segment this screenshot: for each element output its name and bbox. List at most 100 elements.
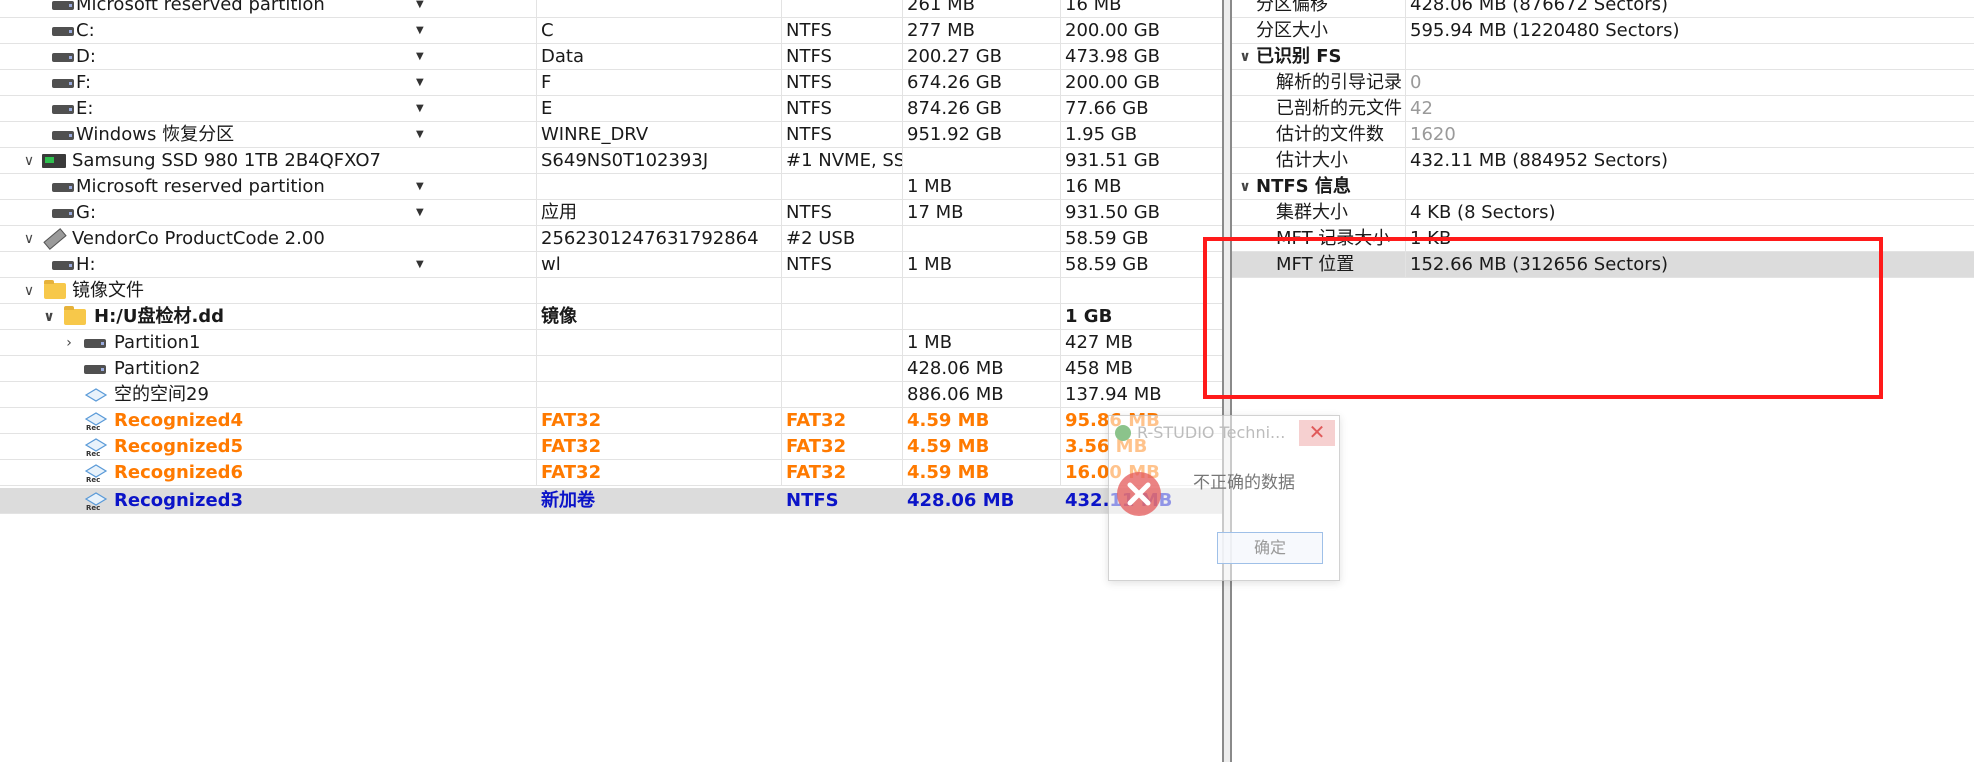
row-size: 137.94 MB <box>1065 384 1162 405</box>
property-key: 解析的引导记录 <box>1276 70 1406 96</box>
tree-row-image-dd[interactable]: ∨ H:/U盘检材.dd 镜像 1 GB <box>0 304 1222 330</box>
property-value: 595.94 MB (1220480 Sectors) <box>1410 20 1680 41</box>
dropdown-arrow-icon[interactable]: ▼ <box>416 122 424 148</box>
partition-icon <box>52 183 74 192</box>
row-name: 空的空间29 <box>114 384 209 405</box>
row-label <box>537 278 782 304</box>
row-name: C: <box>76 20 95 41</box>
dropdown-arrow-icon[interactable]: ▼ <box>416 70 424 96</box>
row-label <box>537 0 782 18</box>
row-label: FAT32 <box>537 408 782 434</box>
partition-icon <box>52 1 74 10</box>
row-fs: NTFS <box>782 200 903 226</box>
row-size: 16 MB <box>1065 176 1122 197</box>
row-start: 200.27 GB <box>903 44 1061 70</box>
row-label: 应用 <box>537 200 782 226</box>
dropdown-arrow-icon[interactable]: ▼ <box>416 252 424 278</box>
row-fs: NTFS <box>786 490 839 511</box>
collapse-chevron-icon[interactable]: ∨ <box>22 148 36 174</box>
tree-row-d[interactable]: D: ▼ Data NTFS 200.27 GB 473.98 GB <box>0 44 1222 70</box>
property-row[interactable]: 集群大小 4 KB (8 Sectors) <box>1232 200 1974 226</box>
collapse-chevron-icon[interactable]: ∨ <box>22 278 36 304</box>
row-start: 261 MB <box>903 0 1061 18</box>
property-group-recognized-fs[interactable]: ∨ 已识别 FS <box>1232 44 1974 70</box>
row-size: 1 GB <box>1065 306 1113 327</box>
property-row[interactable]: 已剖析的元文件 42 <box>1232 96 1974 122</box>
row-fs: NTFS <box>782 44 903 70</box>
property-group-label: NTFS 信息 <box>1256 174 1406 200</box>
dialog-close-button[interactable]: ✕ <box>1299 420 1335 446</box>
property-group-label: 已识别 FS <box>1256 44 1406 70</box>
row-start: 4.59 MB <box>903 434 1061 460</box>
tree-row-msr-2[interactable]: Microsoft reserved partition ▼ 1 MB 16 M… <box>0 174 1222 200</box>
row-fs: NTFS <box>782 122 903 148</box>
dropdown-arrow-icon[interactable]: ▼ <box>416 44 424 70</box>
row-size <box>1061 278 1222 304</box>
property-row[interactable]: 估计的文件数 1620 <box>1232 122 1974 148</box>
dropdown-arrow-icon[interactable]: ▼ <box>416 18 424 44</box>
row-size: 200.00 GB <box>1065 72 1161 93</box>
collapse-chevron-icon[interactable]: ∨ <box>42 304 56 330</box>
row-label <box>537 356 782 382</box>
tree-row-recognized6[interactable]: Rec Recognized6 FAT32 FAT32 4.59 MB 16.0… <box>0 460 1222 486</box>
tree-row-winre[interactable]: Windows 恢复分区 ▼ WINRE_DRV NTFS 951.92 GB … <box>0 122 1222 148</box>
tree-row-partition1[interactable]: › Partition1 1 MB 427 MB <box>0 330 1222 356</box>
partition-icon <box>52 79 74 88</box>
row-start: 428.06 MB <box>907 490 1015 511</box>
tree-row-partition2[interactable]: Partition2 428.06 MB 458 MB <box>0 356 1222 382</box>
dropdown-arrow-icon[interactable]: ▼ <box>416 0 424 18</box>
row-start: 1 MB <box>903 252 1061 278</box>
row-start: 17 MB <box>903 200 1061 226</box>
property-row[interactable]: 分区大小 595.94 MB (1220480 Sectors) <box>1232 18 1974 44</box>
tree-row-usb-device[interactable]: ∨ VendorCo ProductCode 2.00 256230124763… <box>0 226 1222 252</box>
usb-drive-icon <box>43 228 67 250</box>
property-key: 已剖析的元文件 <box>1276 96 1406 122</box>
row-size: 58.59 GB <box>1065 228 1149 249</box>
property-row[interactable]: 分区偏移 428.06 MB (876672 Sectors) <box>1232 0 1974 18</box>
dropdown-arrow-icon[interactable]: ▼ <box>416 96 424 122</box>
dropdown-arrow-icon[interactable]: ▼ <box>416 200 424 226</box>
row-fs: NTFS <box>782 252 903 278</box>
row-label: WINRE_DRV <box>537 122 782 148</box>
tree-row-recognized4[interactable]: Rec Recognized4 FAT32 FAT32 4.59 MB 95.8… <box>0 408 1222 434</box>
row-label: 镜像 <box>537 304 782 330</box>
tree-row-h[interactable]: H: ▼ wl NTFS 1 MB 58.59 GB <box>0 252 1222 278</box>
tree-row-e[interactable]: E: ▼ E NTFS 874.26 GB 77.66 GB <box>0 96 1222 122</box>
row-start: 4.59 MB <box>903 408 1061 434</box>
property-key: 估计的文件数 <box>1276 122 1406 148</box>
tree-row-empty-space[interactable]: 空的空间29 886.06 MB 137.94 MB <box>0 382 1222 408</box>
dropdown-arrow-icon[interactable]: ▼ <box>416 174 424 200</box>
property-group-ntfs-info[interactable]: ∨ NTFS 信息 <box>1232 174 1974 200</box>
svg-text:Rec: Rec <box>86 450 100 457</box>
tree-row-msr-1[interactable]: Microsoft reserved partition ▼ 261 MB 16… <box>0 0 1222 18</box>
tree-row-g[interactable]: G: ▼ 应用 NTFS 17 MB 931.50 GB <box>0 200 1222 226</box>
svg-text:Rec: Rec <box>86 424 100 431</box>
property-row[interactable]: 解析的引导记录 0 <box>1232 70 1974 96</box>
row-fs: NTFS <box>782 18 903 44</box>
property-key: 分区偏移 <box>1256 0 1406 18</box>
collapse-chevron-icon[interactable]: ∨ <box>1238 44 1252 70</box>
partition-icon <box>52 53 74 62</box>
collapse-chevron-icon[interactable]: ∨ <box>1238 174 1252 200</box>
collapse-chevron-icon[interactable]: ∨ <box>22 226 36 252</box>
row-name: D: <box>76 46 96 67</box>
tree-row-recognized5[interactable]: Rec Recognized5 FAT32 FAT32 4.59 MB 3.56… <box>0 434 1222 460</box>
row-start: 428.06 MB <box>903 356 1061 382</box>
row-label: F <box>537 70 782 96</box>
ok-button[interactable]: 确定 <box>1217 532 1323 564</box>
property-value: 0 <box>1410 72 1422 93</box>
expand-chevron-icon[interactable]: › <box>62 330 76 356</box>
row-start <box>903 278 1061 304</box>
tree-row-recognized3[interactable]: Rec Recognized3 新加卷 NTFS 428.06 MB 432.1… <box>0 488 1222 514</box>
tree-row-c[interactable]: C: ▼ C NTFS 277 MB 200.00 GB <box>0 18 1222 44</box>
property-row[interactable]: 估计大小 432.11 MB (884952 Sectors) <box>1232 148 1974 174</box>
tree-row-f[interactable]: F: ▼ F NTFS 674.26 GB 200.00 GB <box>0 70 1222 96</box>
property-key: 分区大小 <box>1256 18 1406 44</box>
tree-row-image-files[interactable]: ∨ 镜像文件 <box>0 278 1222 304</box>
recognized-partition-icon: Rec <box>84 492 108 511</box>
row-size: 77.66 GB <box>1065 98 1149 119</box>
property-value: 1620 <box>1410 124 1456 145</box>
property-value <box>1406 174 1410 200</box>
tree-row-samsung-ssd[interactable]: ∨ Samsung SSD 980 1TB 2B4QFXO7 S649NS0T1… <box>0 148 1222 174</box>
row-name: 镜像文件 <box>72 280 144 301</box>
